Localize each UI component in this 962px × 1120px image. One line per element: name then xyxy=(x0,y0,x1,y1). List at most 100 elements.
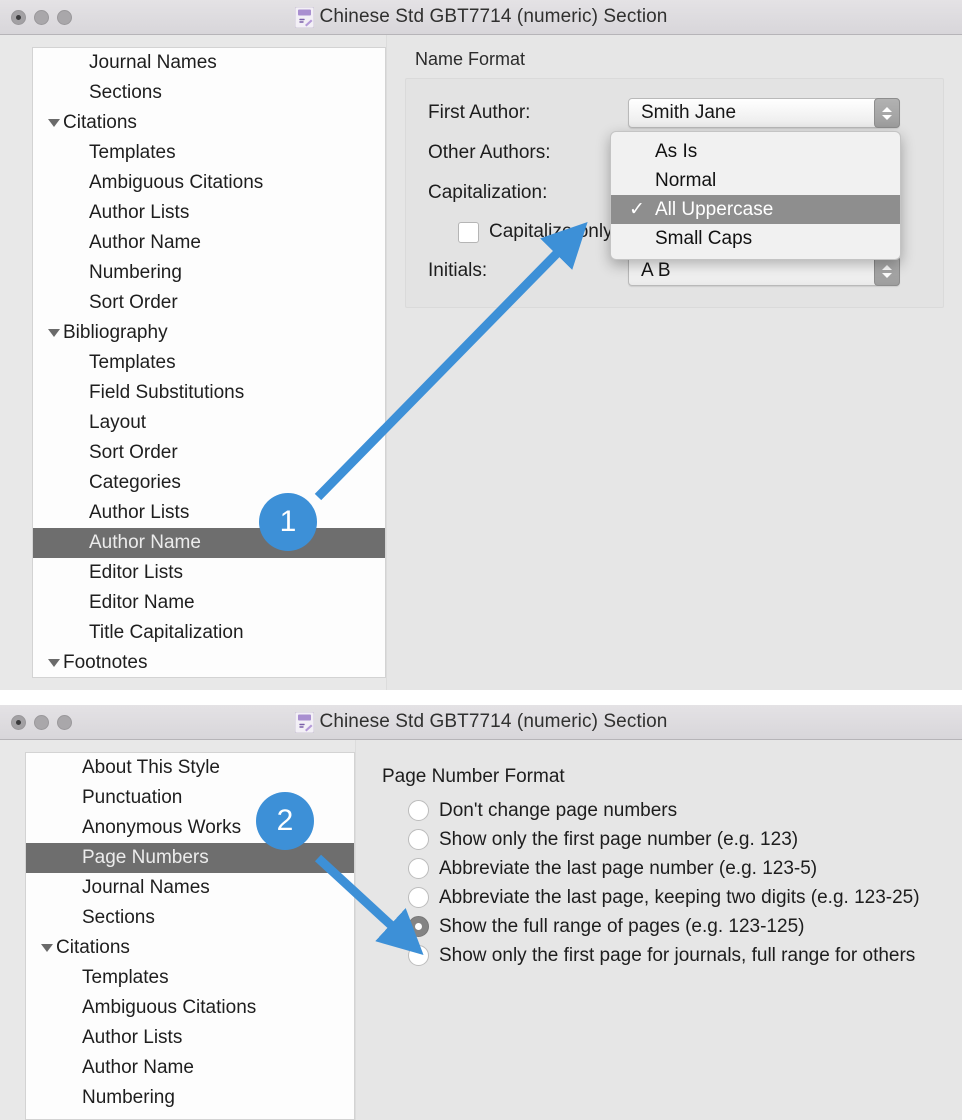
first-author-popup[interactable]: Smith Jane xyxy=(628,98,900,128)
minimize-button[interactable] xyxy=(34,715,49,730)
sidebar-item-numbering[interactable]: Numbering xyxy=(33,258,385,288)
sidebar-item-label: Ambiguous Citations xyxy=(89,172,263,194)
sidebar-item-author-lists[interactable]: Author Lists xyxy=(33,198,385,228)
sidebar-item-label: Author Lists xyxy=(82,1027,182,1049)
disclosure-triangle-icon[interactable] xyxy=(41,944,53,952)
page-number-format-options[interactable]: Don't change page numbers Show only the f… xyxy=(382,796,962,970)
chevron-up-icon xyxy=(882,265,892,270)
window-controls-top[interactable] xyxy=(11,0,72,34)
radio-option-abbreviate-the-last-page-number-e-g-123-[interactable]: Abbreviate the last page number (e.g. 12… xyxy=(382,854,962,883)
style-section-list-top[interactable]: Journal Names Sections Citations Templates A… xyxy=(32,47,386,678)
menu-item-as-is[interactable]: As Is xyxy=(611,137,900,166)
initials-popup[interactable]: A B xyxy=(628,256,900,286)
radio-button[interactable] xyxy=(408,829,429,850)
menu-item-normal[interactable]: Normal xyxy=(611,166,900,195)
sidebar-item-author-name[interactable]: Author Name xyxy=(26,1053,354,1083)
sidebar-item-label: Bibliography xyxy=(63,322,168,344)
close-button[interactable] xyxy=(11,10,26,25)
sidebar-item-sort-order[interactable]: Sort Order xyxy=(26,1113,354,1120)
initials-stepper[interactable] xyxy=(874,256,900,286)
sidebar-item-layout[interactable]: Layout xyxy=(33,408,385,438)
sidebar-item-author-lists[interactable]: Author Lists xyxy=(26,1023,354,1053)
radio-button[interactable] xyxy=(408,858,429,879)
menu-item-label: As Is xyxy=(655,141,697,163)
capitalize-only-checkbox[interactable] xyxy=(458,222,479,243)
sidebar-item-author-name[interactable]: Author Name xyxy=(33,228,385,258)
menu-item-all-uppercase[interactable]: ✓All Uppercase xyxy=(611,195,900,224)
sidebar-item-ambiguous-citations[interactable]: Ambiguous Citations xyxy=(33,168,385,198)
style-editor-window-top: Chinese Std GBT7714 (numeric) Section Jo… xyxy=(0,0,962,690)
sidebar-item-bibliography[interactable]: Bibliography xyxy=(33,318,385,348)
sidebar-item-label: Templates xyxy=(89,352,176,374)
sidebar-item-footnotes[interactable]: Footnotes xyxy=(33,648,385,678)
sidebar-item-templates[interactable]: Templates xyxy=(33,348,385,378)
sidebar-item-categories[interactable]: Categories xyxy=(33,468,385,498)
sidebar-item-author-name[interactable]: Author Name xyxy=(33,528,385,558)
sidebar-item-sections[interactable]: Sections xyxy=(33,78,385,108)
minimize-button[interactable] xyxy=(34,10,49,25)
radio-button[interactable] xyxy=(408,916,429,937)
radio-option-don-t-change-page-numbers[interactable]: Don't change page numbers xyxy=(382,796,962,825)
radio-button[interactable] xyxy=(408,945,429,966)
disclosure-triangle-icon[interactable] xyxy=(48,119,60,127)
sidebar-item-label: Sections xyxy=(82,907,155,929)
sidebar-item-label: Citations xyxy=(63,112,137,134)
chevron-up-icon xyxy=(882,107,892,112)
radio-button[interactable] xyxy=(408,887,429,908)
radio-option-show-only-the-first-page-number-e-g-123-[interactable]: Show only the first page number (e.g. 12… xyxy=(382,825,962,854)
sidebar-item-label: Anonymous Works xyxy=(82,817,241,839)
sidebar-item-about-this-style[interactable]: About This Style xyxy=(26,753,354,783)
zoom-button[interactable] xyxy=(57,715,72,730)
radio-option-show-only-the-first-page-for-journals-fu[interactable]: Show only the first page for journals, f… xyxy=(382,941,962,970)
sidebar-item-ambiguous-citations[interactable]: Ambiguous Citations xyxy=(26,993,354,1023)
radio-button[interactable] xyxy=(408,800,429,821)
radio-option-abbreviate-the-last-page-keeping-two-dig[interactable]: Abbreviate the last page, keeping two di… xyxy=(382,883,962,912)
page-number-format-heading: Page Number Format xyxy=(382,766,962,796)
first-author-row: First Author: Smith Jane xyxy=(406,93,943,133)
callout-badge-1: 1 xyxy=(259,493,317,551)
sidebar-item-label: Page Numbers xyxy=(82,847,209,869)
sidebar-item-citations[interactable]: Citations xyxy=(26,933,354,963)
sidebar-item-journal-names[interactable]: Journal Names xyxy=(33,48,385,78)
sidebar-item-label: Sections xyxy=(89,82,162,104)
sidebar-item-editor-name[interactable]: Editor Name xyxy=(33,588,385,618)
sidebar-item-label: Templates xyxy=(89,142,176,164)
sidebar-item-editor-lists[interactable]: Editor Lists xyxy=(33,558,385,588)
sidebar-item-label: Author Lists xyxy=(89,202,189,224)
disclosure-triangle-icon[interactable] xyxy=(48,329,60,337)
sidebar-item-numbering[interactable]: Numbering xyxy=(26,1083,354,1113)
sidebar-item-title-capitalization[interactable]: Title Capitalization xyxy=(33,618,385,648)
sidebar-item-sections[interactable]: Sections xyxy=(26,903,354,933)
chevron-down-icon xyxy=(882,273,892,278)
window-title-top: Chinese Std GBT7714 (numeric) Section xyxy=(320,6,668,28)
sidebar-item-templates[interactable]: Templates xyxy=(26,963,354,993)
sidebar-item-label: Author Name xyxy=(89,532,201,554)
first-author-stepper[interactable] xyxy=(874,98,900,128)
window-controls-bottom[interactable] xyxy=(11,705,72,739)
chevron-down-icon xyxy=(882,115,892,120)
disclosure-triangle-icon[interactable] xyxy=(48,659,60,667)
sidebar-item-label: Editor Name xyxy=(89,592,195,614)
titlebar-bottom: Chinese Std GBT7714 (numeric) Section xyxy=(0,705,962,740)
sidebar-item-citations[interactable]: Citations xyxy=(33,108,385,138)
zoom-button[interactable] xyxy=(57,10,72,25)
sidebar-item-label: Journal Names xyxy=(89,52,217,74)
sidebar-item-page-numbers[interactable]: Page Numbers xyxy=(26,843,354,873)
sidebar-item-label: Sort Order xyxy=(89,442,178,464)
sidebar-item-templates[interactable]: Templates xyxy=(33,138,385,168)
sidebar-item-author-lists[interactable]: Author Lists xyxy=(33,498,385,528)
capitalization-dropdown-menu[interactable]: As Is Normal✓All UppercaseSmall Caps xyxy=(610,131,901,260)
radio-option-show-the-full-range-of-pages-e-g-123-125[interactable]: Show the full range of pages (e.g. 123-1… xyxy=(382,912,962,941)
radio-label: Show only the first page number (e.g. 12… xyxy=(439,829,798,851)
sidebar-item-label: Footnotes xyxy=(63,652,148,674)
sidebar-item-sort-order[interactable]: Sort Order xyxy=(33,288,385,318)
sidebar-item-sort-order[interactable]: Sort Order xyxy=(33,438,385,468)
capitalize-only-label: Capitalize only xyxy=(489,221,613,243)
sidebar-item-journal-names[interactable]: Journal Names xyxy=(26,873,354,903)
sidebar-item-label: Templates xyxy=(82,967,169,989)
menu-item-small-caps[interactable]: Small Caps xyxy=(611,224,900,253)
close-button[interactable] xyxy=(11,715,26,730)
sidebar-item-label: Layout xyxy=(89,412,146,434)
sidebar-item-field-substitutions[interactable]: Field Substitutions xyxy=(33,378,385,408)
radio-label: Abbreviate the last page number (e.g. 12… xyxy=(439,858,817,880)
